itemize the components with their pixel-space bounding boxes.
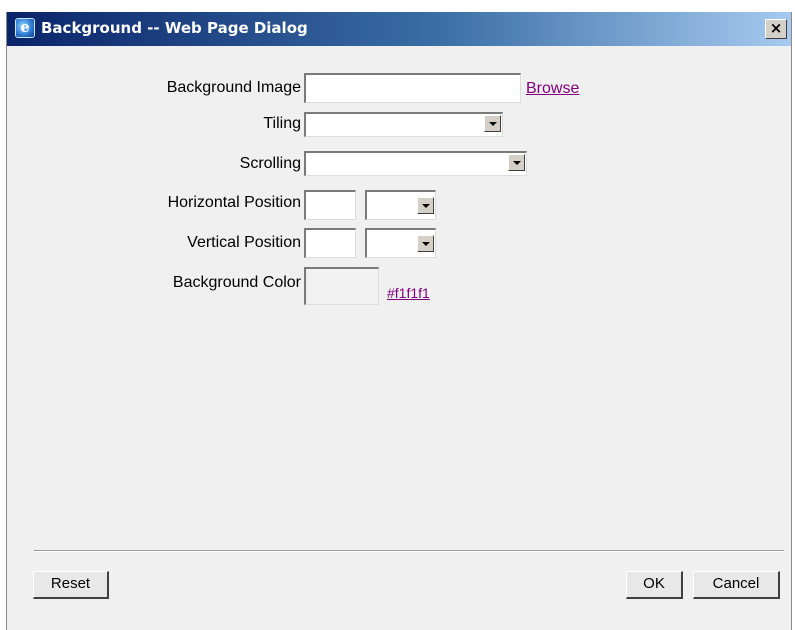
chevron-down-icon[interactable] <box>417 197 434 214</box>
reset-button[interactable]: Reset <box>33 571 109 599</box>
background-image-label: Background Image <box>166 79 301 96</box>
background-image-input[interactable] <box>304 73 521 103</box>
ok-button[interactable]: OK <box>626 571 683 599</box>
footer-separator <box>34 550 784 552</box>
chevron-down-icon[interactable] <box>508 154 525 171</box>
browse-link[interactable]: Browse <box>526 80 579 98</box>
scrolling-label: Scrolling <box>239 155 301 172</box>
background-color-label: Background Color <box>172 274 301 291</box>
vertical-position-input[interactable] <box>304 228 356 258</box>
cancel-button[interactable]: Cancel <box>693 571 780 599</box>
horizontal-position-label: Horizontal Position <box>167 194 301 211</box>
chevron-down-icon[interactable] <box>484 115 501 132</box>
background-color-swatch[interactable] <box>304 267 379 305</box>
title-bar[interactable]: e Background -- Web Page Dialog × <box>7 12 791 46</box>
scrolling-select[interactable] <box>304 151 527 176</box>
dialog-window: e Background -- Web Page Dialog × Backgr… <box>6 12 792 630</box>
ie-page-icon: e <box>15 18 35 38</box>
vertical-unit-select[interactable] <box>365 228 436 258</box>
close-icon: × <box>769 19 783 37</box>
horizontal-unit-select[interactable] <box>365 190 436 220</box>
horizontal-position-input[interactable] <box>304 190 356 220</box>
tiling-select[interactable] <box>304 112 503 137</box>
tiling-label: Tiling <box>263 115 301 132</box>
dialog-title: Background -- Web Page Dialog <box>41 19 308 37</box>
vertical-position-label: Vertical Position <box>187 234 301 251</box>
close-button[interactable]: × <box>765 19 787 39</box>
background-color-link[interactable]: #f1f1f1 <box>387 285 430 301</box>
chevron-down-icon[interactable] <box>417 235 434 252</box>
